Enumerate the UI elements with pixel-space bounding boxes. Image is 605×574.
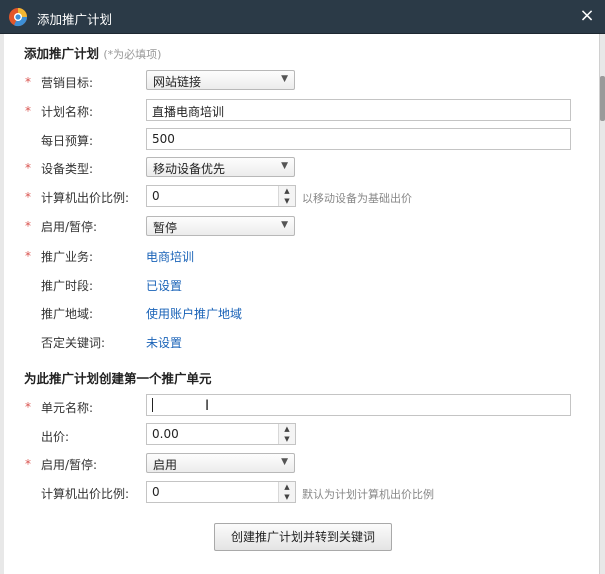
- business-label: 推广业务:: [41, 250, 94, 264]
- plan-name-label: 计划名称:: [41, 105, 94, 119]
- scrollbar[interactable]: [599, 34, 605, 574]
- increment-icon[interactable]: ▲: [279, 186, 295, 196]
- required-mark: *: [25, 457, 31, 471]
- daily-budget-value: 500: [152, 132, 175, 146]
- stepper-buttons: ▲ ▼: [278, 424, 295, 444]
- unit-status-select[interactable]: 启用 ▼: [146, 453, 295, 473]
- chevron-down-icon: ▼: [281, 457, 288, 467]
- unit-pc-bid-ratio-label: 计算机出价比例:: [41, 487, 130, 501]
- section-title-unit: 为此推广计划创建第一个推广单元: [24, 371, 212, 386]
- decrement-icon[interactable]: ▼: [279, 492, 295, 502]
- create-plan-button[interactable]: 创建推广计划并转到关键词: [214, 523, 392, 551]
- pc-bid-ratio-label: 计算机出价比例:: [41, 191, 130, 205]
- section-title-plan: 添加推广计划 (*为必填项): [24, 43, 161, 62]
- status-label: 启用/暂停:: [41, 220, 98, 234]
- negative-keywords-link[interactable]: 未设置: [146, 334, 182, 351]
- required-mark: *: [25, 104, 31, 118]
- increment-icon[interactable]: ▲: [279, 424, 295, 434]
- stepper-buttons: ▲ ▼: [278, 186, 295, 206]
- unit-name-input[interactable]: [146, 394, 571, 416]
- chevron-down-icon: ▼: [281, 161, 288, 171]
- bid-stepper[interactable]: 0.00 ▲ ▼: [146, 423, 296, 445]
- status-value: 暂停: [153, 221, 178, 235]
- device-type-label: 设备类型:: [41, 162, 94, 176]
- schedule-label: 推广时段:: [41, 279, 94, 293]
- unit-pc-bid-ratio-stepper[interactable]: 0 ▲ ▼: [146, 481, 296, 503]
- increment-icon[interactable]: ▲: [279, 482, 295, 492]
- required-mark: *: [25, 249, 31, 263]
- close-icon[interactable]: ×: [577, 5, 597, 27]
- required-mark: *: [25, 219, 31, 233]
- region-link[interactable]: 使用账户推广地域: [146, 305, 242, 322]
- negative-keywords-label: 否定关键词:: [41, 336, 106, 350]
- plan-name-input[interactable]: 直播电商培训: [146, 99, 571, 121]
- required-mark: *: [25, 161, 31, 175]
- app-logo-icon: [9, 8, 28, 27]
- dialog-body: 添加推广计划 (*为必填项) * 营销目标: 网站链接 ▼ * 计划名称: 直播…: [4, 34, 599, 574]
- marketing-goal-value: 网站链接: [153, 75, 202, 89]
- business-link[interactable]: 电商培训: [146, 248, 194, 265]
- text-caret: [152, 398, 153, 412]
- unit-status-value: 启用: [153, 458, 178, 472]
- chevron-down-icon: ▼: [281, 220, 288, 230]
- marketing-goal-label: 营销目标:: [41, 76, 94, 90]
- daily-budget-label: 每日预算:: [41, 134, 94, 148]
- required-mark: *: [25, 190, 31, 204]
- decrement-icon[interactable]: ▼: [279, 196, 295, 206]
- region-label: 推广地域:: [41, 307, 94, 321]
- unit-pc-bid-ratio-note: 默认为计划计算机出价比例: [302, 488, 434, 501]
- pc-bid-ratio-note: 以移动设备为基础出价: [302, 192, 412, 205]
- window-titlebar: 添加推广计划 ×: [0, 0, 605, 34]
- device-type-value: 移动设备优先: [153, 162, 226, 176]
- device-type-select[interactable]: 移动设备优先 ▼: [146, 157, 295, 177]
- required-mark: *: [25, 400, 31, 414]
- plan-name-value: 直播电商培训: [152, 105, 225, 119]
- pc-bid-ratio-stepper[interactable]: 0 ▲ ▼: [146, 185, 296, 207]
- stepper-buttons: ▲ ▼: [278, 482, 295, 502]
- window-title: 添加推广计划: [37, 12, 113, 27]
- schedule-link[interactable]: 已设置: [146, 277, 182, 294]
- unit-status-label: 启用/暂停:: [41, 458, 98, 472]
- required-mark: *: [25, 75, 31, 89]
- chevron-down-icon: ▼: [281, 74, 288, 84]
- daily-budget-input[interactable]: 500: [146, 128, 571, 150]
- marketing-goal-select[interactable]: 网站链接 ▼: [146, 70, 295, 90]
- text-cursor-icon: I: [205, 398, 210, 414]
- required-hint: (*为必填项): [103, 48, 162, 61]
- pc-bid-ratio-value: 0: [152, 189, 160, 203]
- scrollbar-thumb[interactable]: [600, 76, 605, 121]
- unit-pc-bid-ratio-value: 0: [152, 485, 160, 499]
- bid-value: 0.00: [152, 427, 179, 441]
- bid-label: 出价:: [41, 430, 70, 444]
- section-title-text: 添加推广计划: [24, 46, 100, 61]
- status-select[interactable]: 暂停 ▼: [146, 216, 295, 236]
- unit-name-label: 单元名称:: [41, 401, 94, 415]
- decrement-icon[interactable]: ▼: [279, 434, 295, 444]
